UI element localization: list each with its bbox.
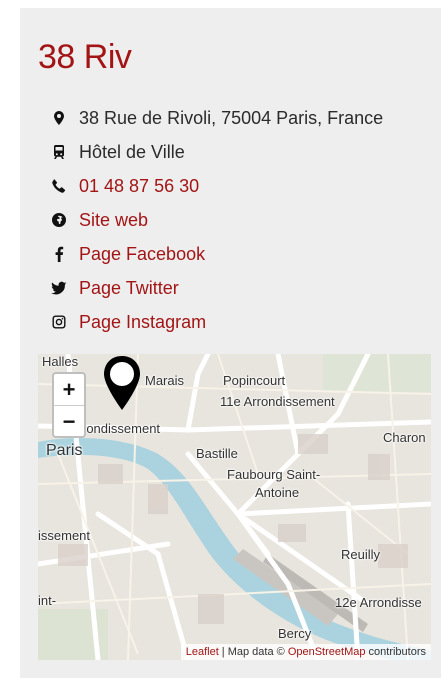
map-label-int: int-: [38, 593, 57, 608]
zoom-out-button[interactable]: −: [54, 406, 84, 437]
address-row: 38 Rue de Rivoli, 75004 Paris, France: [50, 104, 420, 132]
facebook-row[interactable]: Page Facebook: [50, 240, 420, 268]
map-label-bercy: Bercy: [278, 626, 312, 641]
facebook-link[interactable]: Page Facebook: [79, 244, 205, 265]
restaurant-card: 38 Riv 38 Rue de Rivoli, 75004 Paris, Fr…: [20, 8, 441, 678]
map-label-charonne: Charon: [383, 430, 426, 445]
subway-icon: [50, 143, 68, 161]
phone-link[interactable]: 01 48 87 56 30: [79, 176, 199, 197]
map-label-marais: Marais: [145, 373, 185, 388]
attribution-contributors: contributors: [365, 646, 426, 658]
globe-icon: [50, 211, 68, 229]
phone-row[interactable]: 01 48 87 56 30: [50, 172, 420, 200]
website-row[interactable]: Site web: [50, 206, 420, 234]
map-label-popincourt: Popincourt: [223, 373, 286, 388]
map-label-reuilly: Reuilly: [341, 547, 381, 562]
metro-row: Hôtel de Ville: [50, 138, 420, 166]
instagram-icon: [50, 313, 68, 331]
leaflet-link[interactable]: Leaflet: [186, 646, 219, 658]
map-label-halles: Halles: [42, 354, 79, 369]
map-attribution: Leaflet | Map data © OpenStreetMap contr…: [180, 644, 431, 660]
twitter-icon: [50, 279, 68, 297]
metro-text: Hôtel de Ville: [79, 141, 185, 162]
address-text: 38 Rue de Rivoli, 75004 Paris, France: [79, 107, 384, 128]
map-label-faubourg: Faubourg Saint-: [227, 467, 321, 482]
map-label-bastille: Bastille: [196, 446, 238, 461]
map-marker-icon: [50, 109, 68, 127]
map-pin-icon: [104, 356, 140, 410]
map-label-11e: 11e Arrondissement: [220, 394, 335, 409]
map-label-12e: 12e Arrondisse: [335, 595, 422, 610]
website-link[interactable]: Site web: [79, 210, 148, 231]
map-label-antoine: Antoine: [255, 485, 300, 500]
twitter-row[interactable]: Page Twitter: [50, 274, 420, 302]
instagram-link[interactable]: Page Instagram: [79, 312, 206, 333]
zoom-control: + −: [52, 372, 86, 438]
location-marker[interactable]: [102, 354, 142, 419]
zoom-in-button[interactable]: +: [54, 374, 84, 406]
restaurant-title: 38 Riv: [38, 38, 132, 76]
twitter-link[interactable]: Page Twitter: [79, 278, 179, 299]
instagram-row[interactable]: Page Instagram: [50, 308, 420, 336]
map-label-arrondissement: rondissement: [82, 421, 161, 436]
location-map[interactable]: Halles Marais Popincourt 11e Arrondissem…: [38, 354, 431, 660]
phone-icon: [50, 177, 68, 195]
attribution-separator: | Map data ©: [218, 646, 288, 658]
facebook-icon: [50, 245, 68, 263]
map-label-issement: issement: [38, 528, 91, 543]
map-label-paris: Paris: [46, 442, 83, 459]
openstreetmap-link[interactable]: OpenStreetMap: [288, 646, 366, 658]
